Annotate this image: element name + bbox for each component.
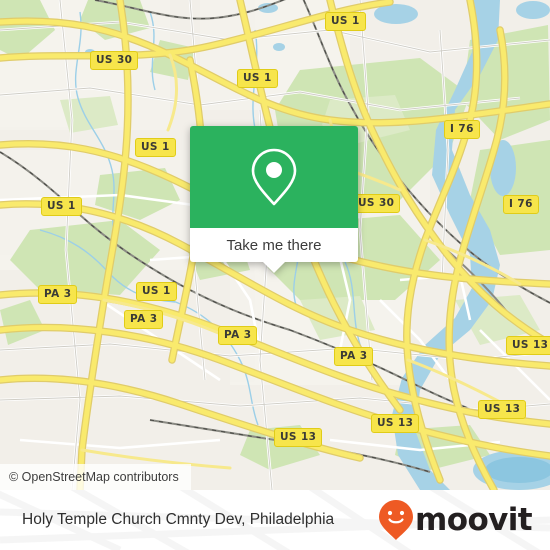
road-shield-us-1: US 1 [135, 138, 176, 157]
map-pin-icon [251, 148, 297, 206]
moovit-smiley-pin-icon [379, 500, 414, 540]
road-shield-pa-3: PA 3 [218, 326, 258, 345]
road-shield-i-76: I 76 [503, 195, 539, 214]
road-shield-us-13: US 13 [371, 414, 420, 433]
road-shield-pa-3: PA 3 [38, 285, 78, 304]
place-title: Holy Temple Church Cmnty Dev, Philadelph… [22, 511, 335, 528]
moovit-logo[interactable]: moovit [379, 500, 533, 540]
road-shield-us-13: US 13 [506, 336, 550, 355]
map-canvas[interactable]: US 1 US 30 US 1 I 76 US 1 US 1 I 76 US 1… [0, 0, 550, 490]
take-me-there-button[interactable]: Take me there [190, 228, 358, 262]
road-shield-us-13: US 13 [274, 428, 323, 447]
moovit-wordmark: moovit [415, 501, 533, 538]
popup-card-header [190, 126, 358, 228]
map-attribution[interactable]: © OpenStreetMap contributors [0, 464, 191, 490]
road-shield-us-30: US 30 [90, 51, 139, 70]
map-screenshot: US 1 US 30 US 1 I 76 US 1 US 1 I 76 US 1… [0, 0, 550, 550]
attribution-text: © OpenStreetMap contributors [9, 470, 179, 484]
road-shield-us-30: US 30 [352, 194, 401, 213]
footer-bar: Holy Temple Church Cmnty Dev, Philadelph… [0, 490, 550, 550]
road-shield-us-13: US 13 [478, 400, 527, 419]
location-popup-card[interactable]: Take me there [190, 126, 358, 273]
road-shield-us-1: US 1 [41, 197, 82, 216]
road-shield-us-1: US 1 [136, 282, 177, 301]
road-shield-us-1: US 1 [325, 12, 366, 31]
popup-pointer [263, 262, 285, 273]
road-shield-us-1: US 1 [237, 69, 278, 88]
road-shield-i-76: I 76 [444, 120, 480, 139]
road-shield-pa-3: PA 3 [334, 347, 374, 366]
take-me-there-label: Take me there [226, 236, 322, 254]
road-shield-pa-3: PA 3 [124, 310, 164, 329]
